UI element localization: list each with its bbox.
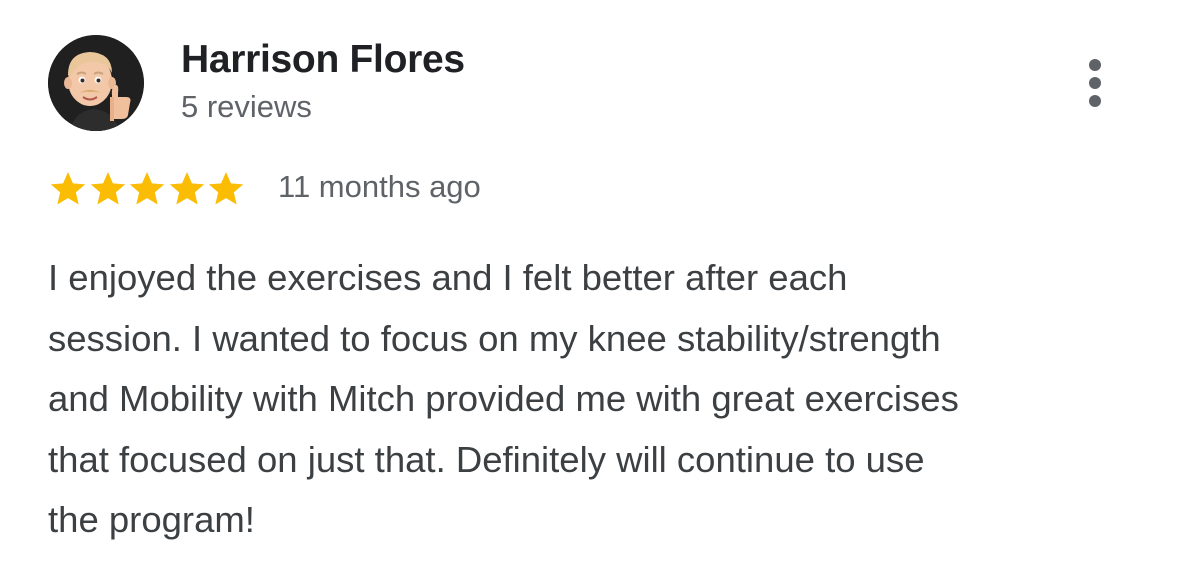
star-icon (90, 172, 125, 205)
review-count[interactable]: 5 reviews (181, 89, 312, 125)
review-text-line: and Mobility with Mitch provided me with… (48, 378, 959, 419)
rating-row (48, 167, 246, 211)
review-time: 11 months ago (278, 169, 481, 204)
more-vert-icon (1089, 59, 1101, 71)
review-text-line: session. I wanted to focus on my knee st… (48, 317, 941, 359)
more-vert-icon-dot (1089, 77, 1101, 89)
review-text-line: the program! (48, 499, 255, 540)
review-text-line: that focused on just that. Definitely wi… (48, 438, 925, 480)
review-text: I enjoyed the exercises and I felt bette… (48, 248, 1138, 551)
review-card: Harrison Flores 5 reviews 11 months ago … (0, 0, 1179, 575)
star-icon (50, 172, 86, 205)
review-text-line: I enjoyed the exercises and I felt bette… (48, 257, 848, 298)
star-icon (129, 172, 165, 205)
avatar[interactable] (48, 35, 144, 131)
reviewer-name[interactable]: Harrison Flores (181, 38, 465, 82)
memoji-avatar-icon (48, 35, 144, 131)
star-icon (169, 172, 204, 205)
star-rating (48, 169, 246, 209)
more-vert-icon-dot (1089, 95, 1101, 107)
more-options-button[interactable] (1078, 55, 1112, 111)
star-icon (208, 172, 244, 205)
